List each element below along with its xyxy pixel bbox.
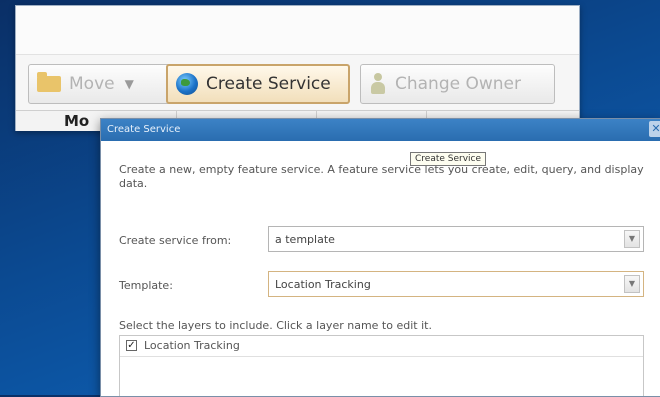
move-button-label: Move: [69, 74, 115, 94]
move-button[interactable]: Move ▼: [28, 64, 171, 104]
layers-list: ✓ Location Tracking: [119, 335, 644, 396]
create-service-button-label: Create Service: [206, 74, 331, 94]
list-item[interactable]: ✓ Location Tracking: [120, 336, 643, 357]
tooltip: Create Service: [410, 152, 487, 166]
template-select[interactable]: Location Tracking ▼: [268, 271, 644, 297]
change-owner-button-label: Change Owner: [395, 74, 521, 94]
layer-checkbox[interactable]: ✓: [126, 340, 137, 351]
layers-instruction: Select the layers to include. Click a la…: [119, 319, 432, 332]
template-value: Location Tracking: [275, 278, 371, 291]
create-from-value: a template: [275, 233, 335, 246]
toolbar-panel: Move ▼ Create Service Change Owner Mo: [15, 5, 580, 131]
template-label: Template:: [119, 279, 173, 292]
toolbar-top-strip: [16, 6, 579, 55]
create-from-label: Create service from:: [119, 234, 232, 247]
create-service-dialog: Create Service ✕ Create a new, empty fea…: [100, 118, 660, 397]
chevron-down-icon[interactable]: ▼: [624, 275, 640, 293]
close-icon[interactable]: ✕: [649, 121, 660, 137]
chevron-down-icon: ▼: [124, 77, 134, 91]
chevron-down-icon[interactable]: ▼: [624, 230, 640, 248]
create-service-button[interactable]: Create Service: [166, 64, 350, 104]
dialog-title: Create Service: [107, 124, 181, 135]
folder-icon: [37, 72, 61, 92]
column-header[interactable]: Mo: [64, 111, 89, 131]
dialog-title-bar[interactable]: Create Service: [101, 119, 660, 141]
create-from-select[interactable]: a template ▼: [268, 226, 644, 252]
layer-name[interactable]: Location Tracking: [144, 339, 240, 352]
globe-icon: [176, 73, 198, 95]
dialog-description: Create a new, empty feature service. A f…: [119, 163, 644, 190]
person-icon: [369, 73, 387, 95]
change-owner-button[interactable]: Change Owner: [360, 64, 555, 104]
